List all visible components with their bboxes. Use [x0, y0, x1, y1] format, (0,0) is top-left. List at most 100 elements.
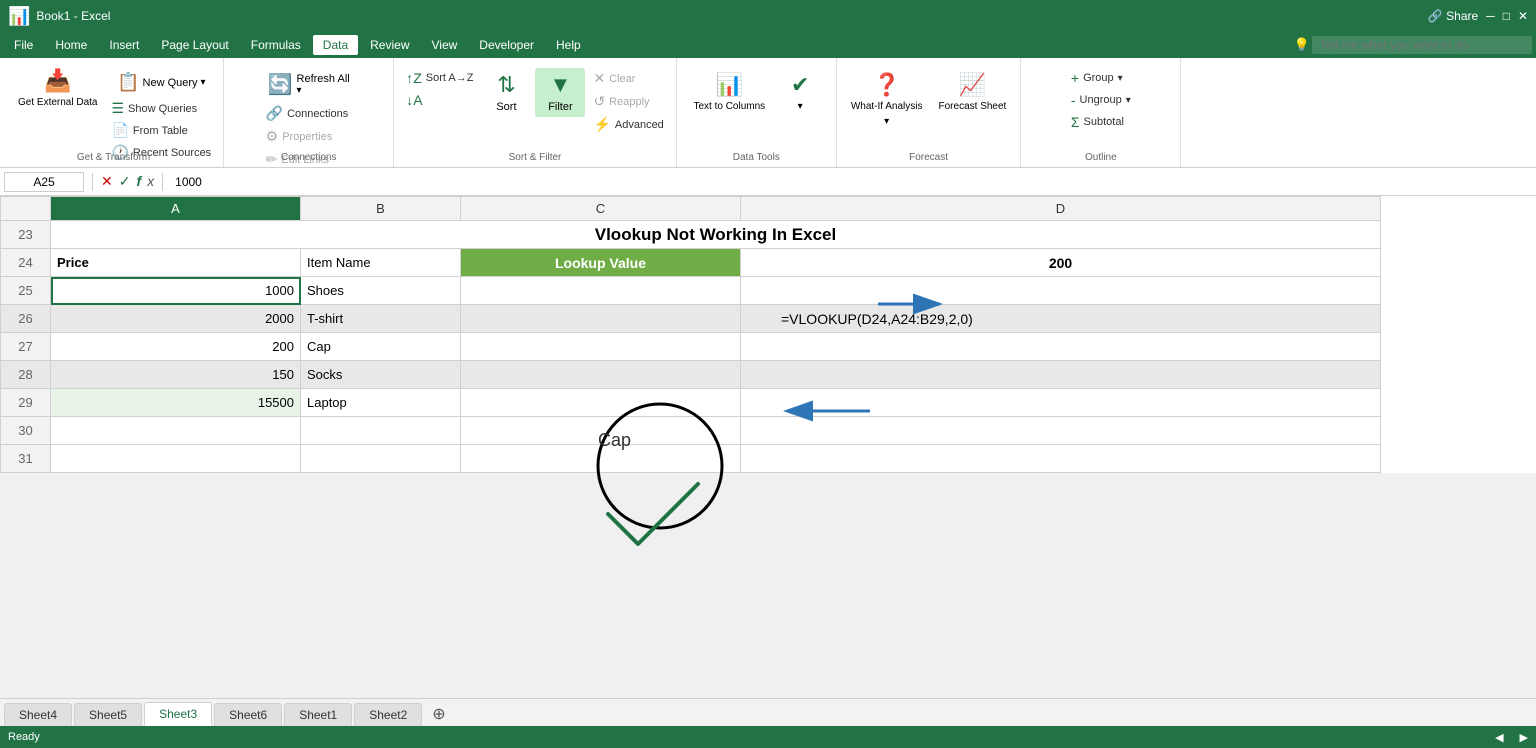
sort-desc-button[interactable]: ↓A [402, 90, 477, 110]
cell-a29[interactable]: 15500 [51, 389, 301, 417]
sort-button[interactable]: ⇅ Sort [481, 68, 531, 117]
cell-d27[interactable] [741, 333, 1381, 361]
cell-c31[interactable] [461, 445, 741, 473]
cell-reference-input[interactable] [4, 172, 84, 192]
menu-page-layout[interactable]: Page Layout [151, 35, 238, 55]
filter-button[interactable]: ▼ Filter [535, 68, 585, 117]
cell-c24[interactable]: Lookup Value [461, 249, 741, 277]
data-validation-button[interactable]: ✔ ▾ [775, 68, 825, 116]
forecast-label: Forecast [837, 148, 1021, 163]
tab-sheet1[interactable]: Sheet1 [284, 703, 352, 726]
cell-b31[interactable] [301, 445, 461, 473]
ribbon-group-connections: 🔄 Refresh All ▾ 🔗 Connections ⚙ Properti… [224, 58, 394, 167]
cell-a26[interactable]: 2000 [51, 305, 301, 333]
scroll-right-btn[interactable]: ▶ [1520, 731, 1528, 744]
maximize-button[interactable]: □ [1503, 9, 1510, 23]
forecast-sheet-button[interactable]: 📈 Forecast Sheet [933, 68, 1013, 117]
cell-c28[interactable] [461, 361, 741, 389]
search-input[interactable] [1312, 36, 1532, 54]
tab-sheet4[interactable]: Sheet4 [4, 703, 72, 726]
table-row: 27 200 Cap [1, 333, 1381, 361]
cell-b25[interactable]: Shoes [301, 277, 461, 305]
scroll-left-btn[interactable]: ◀ [1495, 731, 1503, 744]
cell-b28[interactable]: Socks [301, 361, 461, 389]
data-tools-label: Data Tools [677, 148, 836, 163]
cell-b29[interactable]: Laptop [301, 389, 461, 417]
get-external-data-button[interactable]: 📥 Get External Data [12, 64, 103, 113]
cell-d30[interactable] [741, 417, 1381, 445]
show-queries-button[interactable]: ☰ Show Queries [107, 98, 215, 119]
sort-asc-button[interactable]: ↑Z Sort A→Z [402, 68, 477, 88]
cell-a23[interactable]: Vlookup Not Working In Excel [51, 221, 1381, 249]
cancel-icon[interactable]: ✕ [101, 173, 113, 190]
cell-a31[interactable] [51, 445, 301, 473]
cell-b30[interactable] [301, 417, 461, 445]
sheet-tabs: Sheet4 Sheet5 Sheet3 Sheet6 Sheet1 Sheet… [0, 698, 1536, 726]
cell-c26[interactable] [461, 305, 741, 333]
menu-formulas[interactable]: Formulas [241, 35, 311, 55]
menu-review[interactable]: Review [360, 35, 419, 55]
menu-help[interactable]: Help [546, 35, 591, 55]
subtotal-button[interactable]: Σ Subtotal [1067, 112, 1128, 132]
cell-d28[interactable] [741, 361, 1381, 389]
new-query-button[interactable]: 📋 New Query ▾ [107, 68, 215, 97]
cell-a24[interactable]: Price [51, 249, 301, 277]
function-icon[interactable]: f [136, 173, 141, 190]
cell-a28[interactable]: 150 [51, 361, 301, 389]
tab-sheet5[interactable]: Sheet5 [74, 703, 142, 726]
cell-a25[interactable]: 1000 [51, 277, 301, 305]
formula-bar: ✕ ✓ f x [0, 168, 1536, 196]
cell-b27[interactable]: Cap [301, 333, 461, 361]
connections-button[interactable]: 🔗 Connections [262, 103, 353, 124]
menu-developer[interactable]: Developer [469, 35, 544, 55]
minimize-button[interactable]: ─ [1486, 9, 1495, 23]
table-row: 25 1000 Shoes [1, 277, 1381, 305]
clear-button[interactable]: ✕ Clear [589, 68, 667, 89]
cell-a27[interactable]: 200 [51, 333, 301, 361]
cell-b26[interactable]: T-shirt [301, 305, 461, 333]
add-sheet-button[interactable]: ⊕ [424, 702, 453, 726]
col-header-b[interactable]: B [301, 197, 461, 221]
cell-c25[interactable] [461, 277, 741, 305]
cell-c29[interactable] [461, 389, 741, 417]
menu-insert[interactable]: Insert [99, 35, 149, 55]
properties-button[interactable]: ⚙ Properties [262, 126, 337, 147]
menu-home[interactable]: Home [45, 35, 97, 55]
close-button[interactable]: ✕ [1518, 9, 1528, 23]
what-if-button[interactable]: ❓ What-If Analysis ▾ [845, 68, 929, 131]
cell-a30[interactable] [51, 417, 301, 445]
col-header-d[interactable]: D [741, 197, 1381, 221]
search-icon: 💡 [1294, 37, 1310, 53]
cell-c30[interactable] [461, 417, 741, 445]
spreadsheet-grid: A B C D 23 Vlookup Not Working In Excel … [0, 196, 1381, 473]
ungroup-button[interactable]: - Ungroup ▾ [1067, 90, 1135, 110]
refresh-all-button[interactable]: 🔄 Refresh All ▾ [262, 68, 356, 101]
cell-d26[interactable]: =VLOOKUP(D24,A24:B29,2,0) [741, 305, 1381, 333]
cell-d25[interactable] [741, 277, 1381, 305]
menu-data[interactable]: Data [313, 35, 358, 55]
menu-file[interactable]: File [4, 35, 43, 55]
cell-d24[interactable]: 200 [741, 249, 1381, 277]
cell-b24[interactable]: Item Name [301, 249, 461, 277]
formula-input[interactable] [171, 173, 1532, 191]
col-header-c[interactable]: C [461, 197, 741, 221]
text-to-columns-button[interactable]: 📊 Text to Columns [687, 68, 771, 117]
from-table-button[interactable]: 📄 From Table [107, 120, 215, 141]
row-header-23: 23 [1, 221, 51, 249]
share-button[interactable]: 🔗 Share [1428, 9, 1478, 23]
title-bar: 📊 Book1 - Excel 🔗 Share ─ □ ✕ [0, 0, 1536, 32]
col-header-a[interactable]: A [51, 197, 301, 221]
reapply-button[interactable]: ↺ Reapply [589, 91, 667, 112]
cell-c27[interactable] [461, 333, 741, 361]
confirm-icon[interactable]: ✓ [119, 173, 131, 190]
row-header-26: 26 [1, 305, 51, 333]
advanced-button[interactable]: ⚡ Advanced [589, 114, 667, 135]
cell-d31[interactable] [741, 445, 1381, 473]
table-row: 31 [1, 445, 1381, 473]
tab-sheet6[interactable]: Sheet6 [214, 703, 282, 726]
cell-d29[interactable] [741, 389, 1381, 417]
group-button[interactable]: + Group ▾ [1067, 68, 1127, 88]
menu-view[interactable]: View [422, 35, 468, 55]
tab-sheet3[interactable]: Sheet3 [144, 702, 212, 726]
tab-sheet2[interactable]: Sheet2 [354, 703, 422, 726]
